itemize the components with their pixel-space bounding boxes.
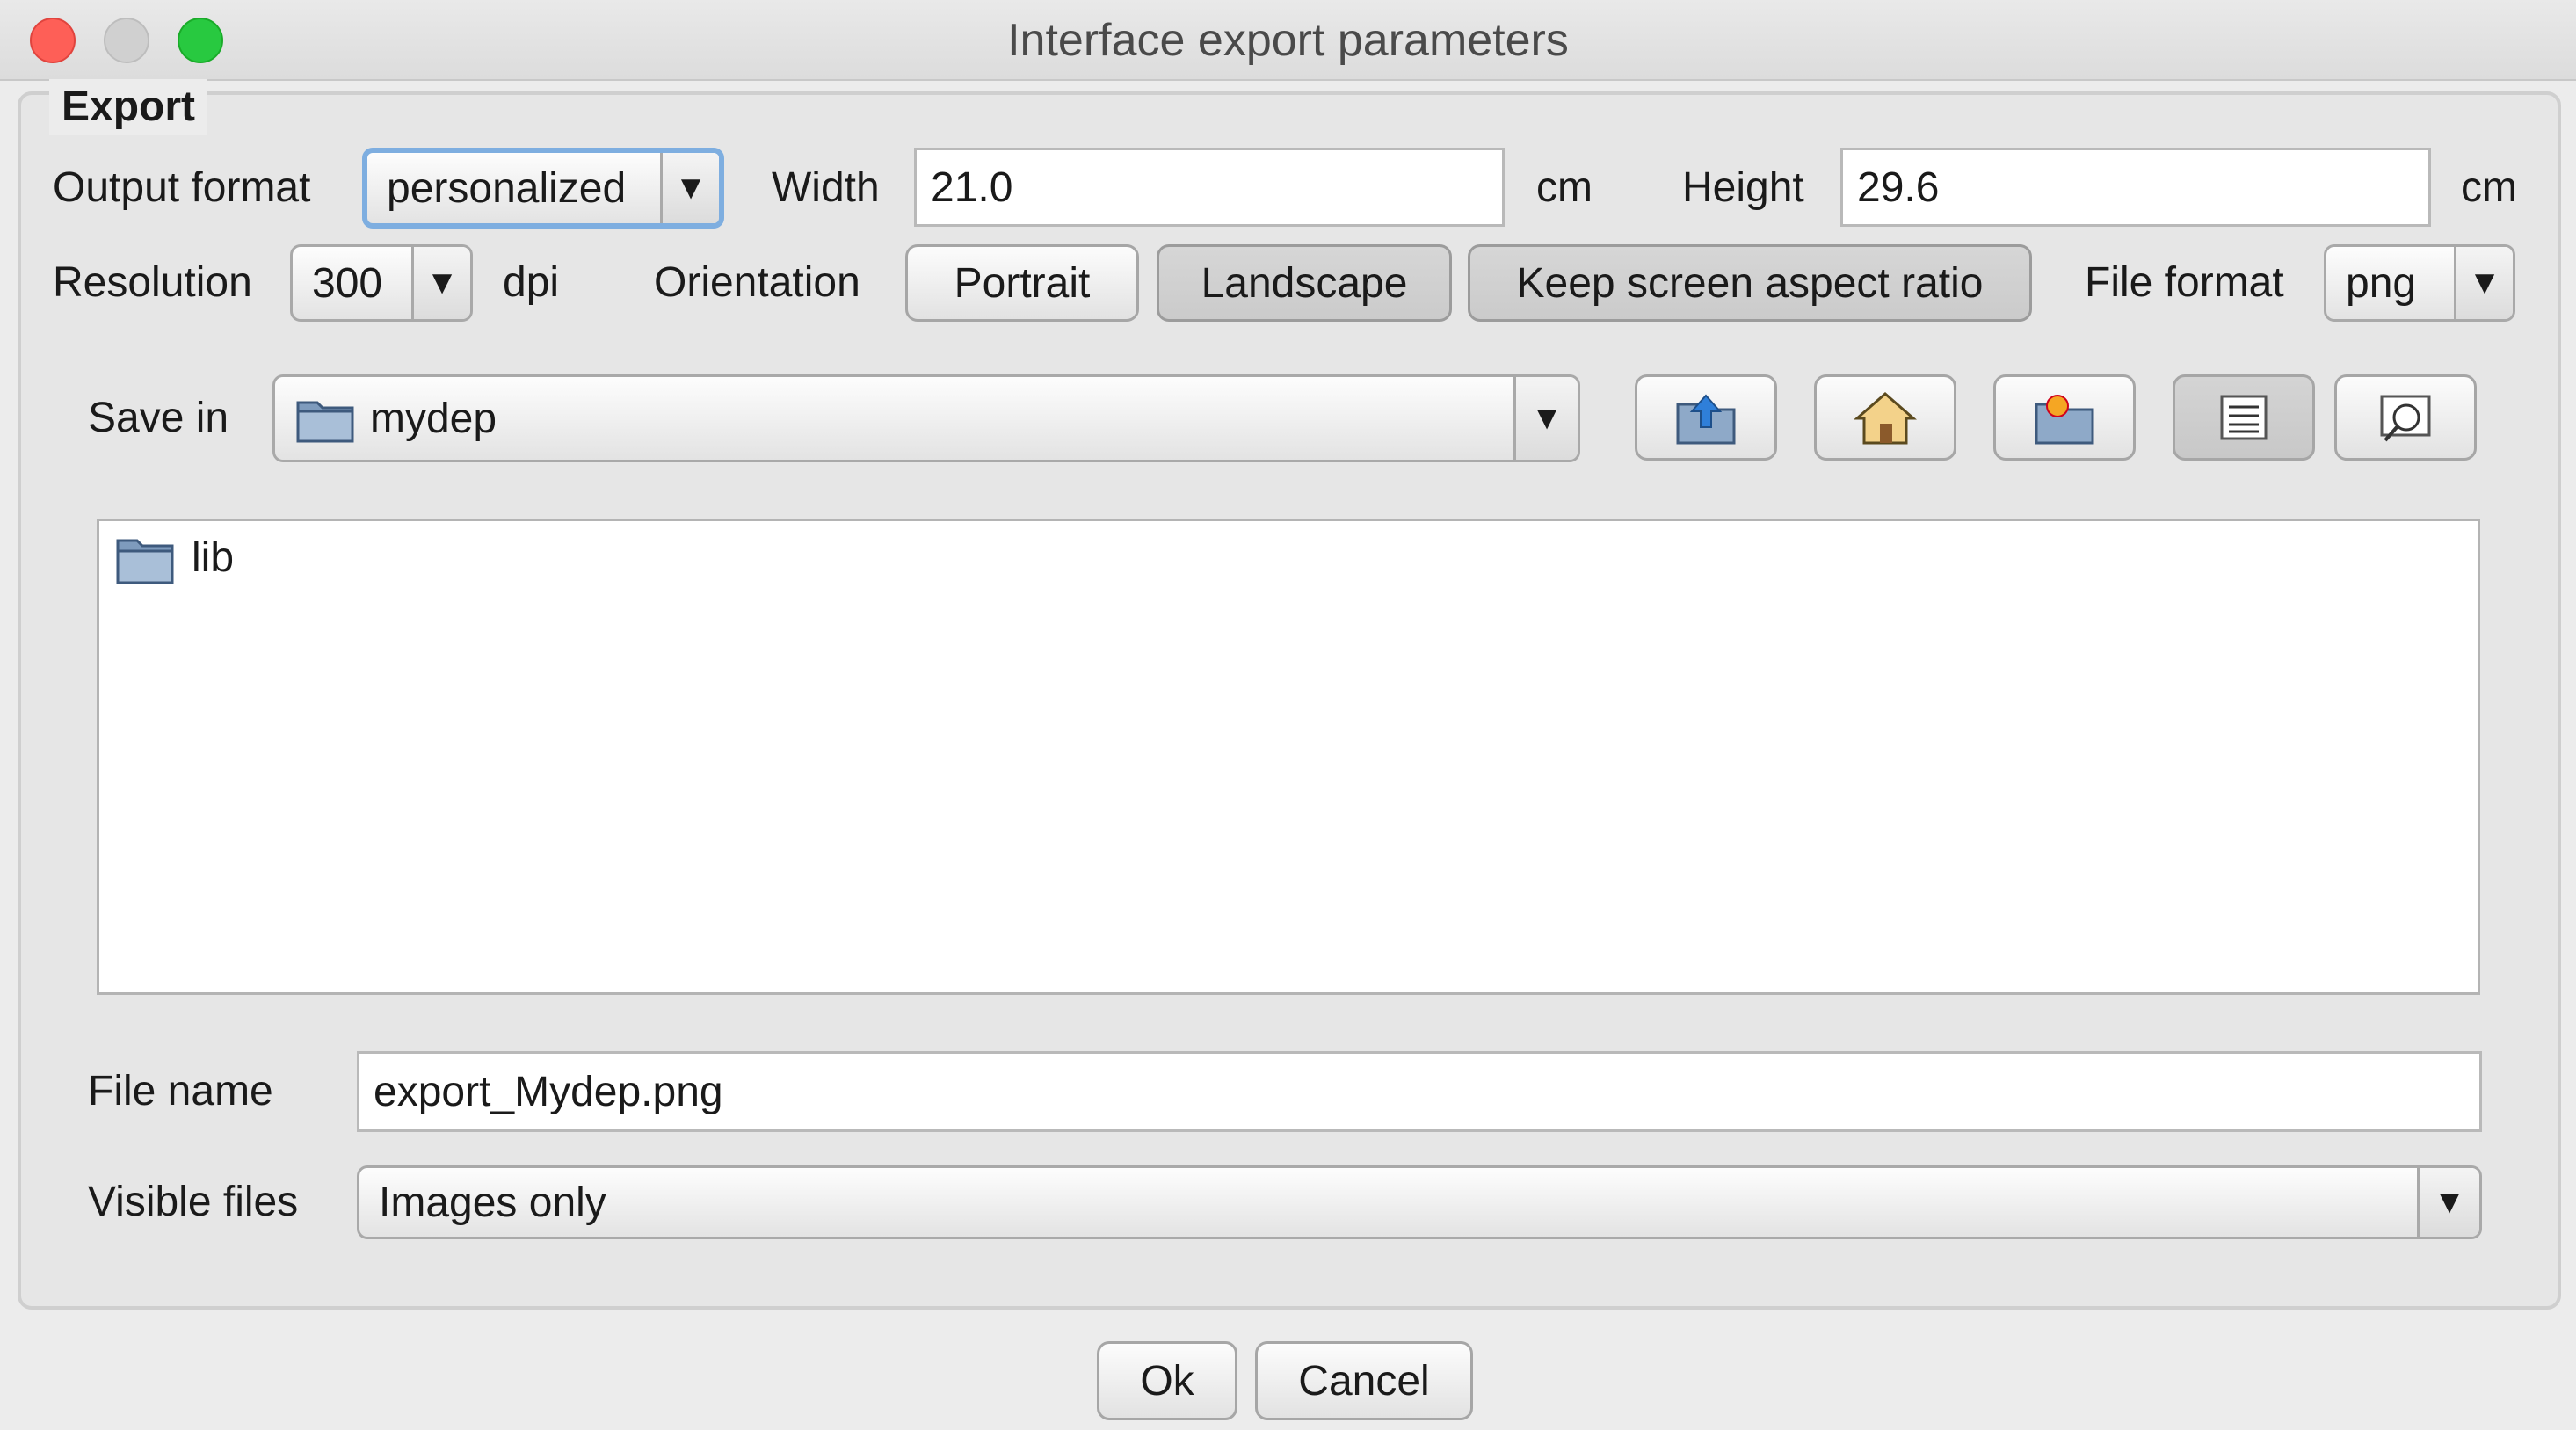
file-format-select[interactable]: png ▼ (2324, 244, 2515, 322)
up-folder-icon (1676, 394, 1736, 445)
save-in-value: mydep (370, 395, 497, 442)
folder-icon (116, 539, 174, 584)
height-field[interactable]: 29.6 (1840, 148, 2431, 227)
save-in-value-wrap: mydep (294, 377, 497, 460)
chevron-down-icon: ▼ (660, 153, 719, 223)
list-view-button[interactable] (2173, 374, 2315, 461)
new-folder-button[interactable] (1993, 374, 2136, 461)
width-label: Width (772, 164, 880, 211)
visible-files-select[interactable]: Images only ▼ (357, 1165, 2482, 1239)
window-title: Interface export parameters (1007, 15, 1569, 66)
file-list[interactable] (97, 519, 2480, 995)
details-view-button[interactable] (2334, 374, 2477, 461)
home-icon (1854, 392, 1917, 445)
file-format-value: png (2346, 259, 2417, 307)
width-field[interactable]: 21.0 (914, 148, 1505, 227)
details-view-icon (2380, 395, 2431, 442)
up-folder-button[interactable] (1635, 374, 1777, 461)
folder-icon (296, 401, 354, 443)
orientation-label: Orientation (654, 259, 860, 306)
new-folder-icon (2035, 395, 2094, 445)
resolution-value: 300 (312, 259, 383, 307)
keep-aspect-ratio-button[interactable]: Keep screen aspect ratio (1468, 244, 2032, 322)
save-in-select[interactable]: mydep ▼ (272, 374, 1580, 462)
portrait-button[interactable]: Portrait (905, 244, 1139, 322)
landscape-button[interactable]: Landscape (1157, 244, 1452, 322)
home-button[interactable] (1814, 374, 1956, 461)
height-unit: cm (2461, 164, 2517, 211)
file-format-label: File format (2085, 259, 2284, 306)
output-format-select[interactable]: personalized ▼ (362, 148, 724, 229)
cancel-button[interactable]: Cancel (1255, 1341, 1473, 1420)
file-name-label: File name (88, 1068, 273, 1114)
chevron-down-icon: ▼ (2417, 1168, 2479, 1237)
group-title: Export (49, 79, 208, 135)
output-format-label: Output format (53, 164, 311, 211)
export-dialog: Interface export parameters Export Outpu… (0, 0, 2576, 1430)
resolution-label: Resolution (53, 259, 252, 306)
title-bar: Interface export parameters (0, 0, 2576, 81)
chevron-down-icon: ▼ (2454, 247, 2513, 319)
list-item[interactable]: lib (114, 527, 234, 589)
file-name-field[interactable]: export_Mydep.png (357, 1051, 2482, 1132)
visible-files-value: Images only (379, 1179, 606, 1226)
chevron-down-icon: ▼ (1513, 377, 1578, 460)
output-format-value: personalized (387, 164, 627, 212)
chevron-down-icon: ▼ (411, 247, 470, 319)
ok-button[interactable]: Ok (1097, 1341, 1237, 1420)
height-label: Height (1682, 164, 1804, 211)
resolution-unit: dpi (503, 259, 560, 306)
width-unit: cm (1536, 164, 1593, 211)
list-view-icon (2220, 395, 2268, 440)
resolution-select[interactable]: 300 ▼ (290, 244, 473, 322)
file-name-text: lib (192, 534, 235, 581)
visible-files-label: Visible files (88, 1179, 299, 1225)
save-in-label: Save in (88, 395, 229, 441)
